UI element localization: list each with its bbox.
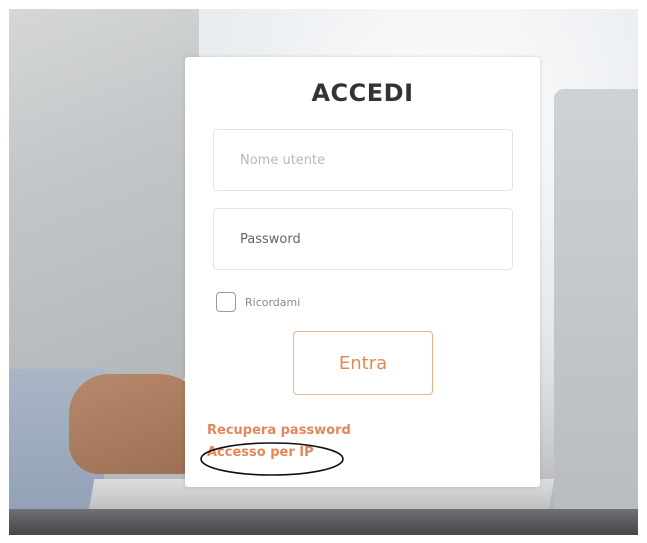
password-field[interactable] (213, 208, 513, 270)
username-field[interactable] (213, 129, 513, 191)
remember-checkbox[interactable] (216, 292, 236, 312)
remember-label: Ricordami (245, 295, 301, 309)
login-card: ACCEDI Ricordami Entra Recupera password… (185, 57, 540, 487)
ip-access-link[interactable]: Accesso per IP (207, 445, 314, 460)
login-title: ACCEDI (311, 79, 414, 107)
submit-button[interactable]: Entra (293, 331, 433, 395)
password-input[interactable] (214, 209, 512, 269)
background-person-shirt (9, 9, 199, 399)
username-input[interactable] (214, 130, 512, 190)
background-desk (9, 509, 638, 535)
recover-password-link[interactable]: Recupera password (207, 423, 351, 438)
remember-me[interactable]: Ricordami (216, 290, 300, 314)
background-laptop (554, 89, 638, 519)
